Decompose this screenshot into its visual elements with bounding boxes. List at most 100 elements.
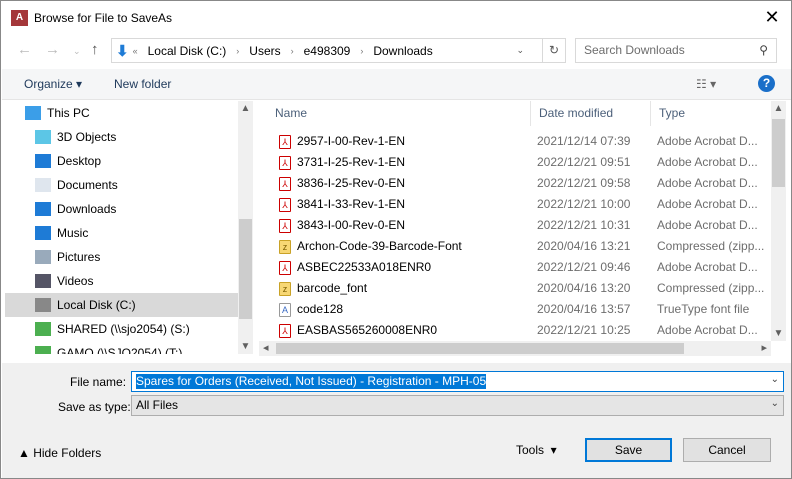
- sort-ascending-icon: ^: [395, 101, 399, 105]
- title-bar: A Browse for File to SaveAs ✕: [1, 1, 791, 34]
- address-dropdown-icon[interactable]: ⌄: [516, 45, 524, 56]
- tree-item[interactable]: 3D Objects: [5, 125, 238, 149]
- tree-item[interactable]: Documents: [5, 173, 238, 197]
- tools-button[interactable]: Tools ▾: [516, 443, 557, 457]
- tree-item[interactable]: This PC: [5, 101, 238, 125]
- file-type: Adobe Acrobat D...: [657, 155, 758, 169]
- scrollbar-thumb[interactable]: [239, 219, 252, 319]
- organize-button[interactable]: Organize ▾: [24, 77, 82, 91]
- scrollbar-thumb[interactable]: [276, 343, 684, 354]
- pdf-file-icon: ⅄: [279, 260, 291, 275]
- file-name: 3841-I-33-Rev-1-EN: [297, 197, 406, 211]
- up-button[interactable]: ↑: [91, 41, 99, 58]
- file-list-vertical-scrollbar[interactable]: ▲ ▼: [771, 101, 786, 341]
- address-bar[interactable]: ⬇ « Local Disk (C:) › Users › e498309 › Dow…: [111, 38, 543, 63]
- tree-item[interactable]: Videos: [5, 269, 238, 293]
- breadcrumb-downloads[interactable]: Downloads: [373, 44, 432, 58]
- column-date-modified[interactable]: Date modified: [531, 101, 651, 126]
- recent-dropdown[interactable]: ⌄: [73, 46, 81, 57]
- file-row[interactable]: ⅄ 3841-I-33-Rev-1-EN 2022/12/21 10:00 Adobe…: [259, 194, 771, 215]
- breadcrumb-user[interactable]: e498309: [304, 44, 351, 58]
- tree-item[interactable]: Music: [5, 221, 238, 245]
- view-options-icon[interactable]: ☷ ▾: [696, 77, 716, 91]
- search-input[interactable]: Search Downloads ⚲: [575, 38, 777, 63]
- tree-item[interactable]: Local Disk (C:): [5, 293, 238, 317]
- file-type: Adobe Acrobat D...: [657, 323, 758, 337]
- pdf-file-icon: ⅄: [279, 134, 291, 149]
- tree-item[interactable]: Pictures: [5, 245, 238, 269]
- file-type: Compressed (zipp...: [657, 239, 765, 253]
- navigation-bar: ← → ⌄ ↑ ⬇ « Local Disk (C:) › Users › e498…: [1, 37, 791, 65]
- pictures-icon: [35, 250, 51, 264]
- save-as-type-label: Save as type:: [58, 400, 131, 414]
- file-row[interactable]: ⅄ ASBEC22533A018ENR0 2022/12/21 09:46 Adobe…: [259, 257, 771, 278]
- pdf-file-icon: ⅄: [279, 218, 291, 233]
- file-row[interactable]: ⅄ EASBAS565260008ENR0 2022/12/21 10:25 Adob…: [259, 320, 771, 341]
- new-folder-button[interactable]: New folder: [114, 77, 171, 91]
- search-icon: ⚲: [759, 43, 768, 57]
- file-list: Name Date modified Type ^ ⅄ 2957-I-00-Rev…: [259, 101, 787, 356]
- file-type: Adobe Acrobat D...: [657, 134, 758, 148]
- file-date: 2021/12/14 07:39: [537, 134, 631, 148]
- tree-item[interactable]: Desktop: [5, 149, 238, 173]
- file-name: 2957-I-00-Rev-1-EN: [297, 134, 406, 148]
- desktop-icon: [35, 154, 51, 168]
- file-date: 2022/12/21 09:58: [537, 176, 631, 190]
- zip-file-icon: z: [279, 281, 291, 296]
- scrollbar-thumb[interactable]: [772, 119, 785, 187]
- file-name: ASBEC22533A018ENR0: [297, 260, 432, 274]
- back-button[interactable]: ←: [17, 41, 32, 58]
- file-row[interactable]: ⅄ 3836-I-25-Rev-0-EN 2022/12/21 09:58 Adobe…: [259, 173, 771, 194]
- file-name-value: Spares for Orders (Received, Not Issued)…: [136, 374, 487, 389]
- column-type[interactable]: Type: [651, 101, 771, 126]
- tree-item-label: Documents: [57, 178, 118, 192]
- save-button[interactable]: Save: [585, 438, 672, 462]
- access-app-icon: A: [11, 9, 28, 26]
- file-row[interactable]: ⅄ 3731-I-25-Rev-1-EN 2022/12/21 09:51 Adobe…: [259, 152, 771, 173]
- save-as-type-select[interactable]: All Files ⌄: [131, 395, 784, 416]
- refresh-button[interactable]: ↻: [542, 38, 566, 63]
- network-drive-icon: [35, 346, 51, 354]
- file-date: 2020/04/16 13:57: [537, 302, 631, 316]
- file-row[interactable]: ⅄ 2957-I-00-Rev-1-EN 2021/12/14 07:39 Adobe…: [259, 131, 771, 152]
- documents-icon: [35, 178, 51, 192]
- file-list-horizontal-scrollbar[interactable]: ◂ ▸: [259, 341, 771, 356]
- breadcrumb-local-disk[interactable]: Local Disk (C:): [148, 44, 227, 58]
- network-drive-icon: [35, 322, 51, 336]
- file-row[interactable]: z Archon-Code-39-Barcode-Font 2020/04/16 1…: [259, 236, 771, 257]
- help-button[interactable]: ?: [758, 75, 775, 92]
- navigation-pane-scrollbar[interactable]: ▲ ▼: [238, 101, 253, 354]
- forward-button[interactable]: →: [45, 41, 60, 58]
- breadcrumb-users[interactable]: Users: [249, 44, 280, 58]
- file-type: Adobe Acrobat D...: [657, 197, 758, 211]
- file-name-input[interactable]: Spares for Orders (Received, Not Issued)…: [131, 371, 784, 392]
- downloads-folder-icon: ⬇: [116, 42, 129, 60]
- tree-item-label: Music: [57, 226, 89, 240]
- pdf-file-icon: ⅄: [279, 155, 291, 170]
- tree-item-label: 3D Objects: [57, 130, 117, 144]
- file-row[interactable]: z barcode_font 2020/04/16 13:20 Compressed …: [259, 278, 771, 299]
- file-type: TrueType font file: [657, 302, 750, 316]
- close-button[interactable]: ✕: [759, 5, 785, 29]
- file-row[interactable]: Acode128 2020/04/16 13:57 TrueType font fi…: [259, 299, 771, 320]
- file-name: EASBAS565260008ENR0: [297, 323, 438, 337]
- downloads-icon: [35, 202, 51, 216]
- tree-item[interactable]: GAMO (\\SJO2054) (T:): [5, 341, 238, 354]
- pdf-file-icon: ⅄: [279, 323, 291, 338]
- tree-item-label: Local Disk (C:): [57, 298, 136, 312]
- overflow-chevron[interactable]: «: [133, 46, 138, 56]
- tree-item-label: Desktop: [57, 154, 102, 168]
- hide-folders-button[interactable]: ▲ Hide Folders: [18, 446, 101, 460]
- file-type: Adobe Acrobat D...: [657, 260, 758, 274]
- ttf-file-icon: A: [279, 302, 291, 317]
- file-date: 2022/12/21 10:00: [537, 197, 631, 211]
- tree-item[interactable]: Downloads: [5, 197, 238, 221]
- tree-item[interactable]: SHARED (\\sjo2054) (S:): [5, 317, 238, 341]
- videos-icon: [35, 274, 51, 288]
- tree-item-label: Videos: [57, 274, 94, 288]
- file-date: 2020/04/16 13:20: [537, 281, 631, 295]
- save-as-type-value: All Files: [136, 398, 179, 412]
- file-row[interactable]: ⅄ 3843-I-00-Rev-0-EN 2022/12/21 10:31 Adobe…: [259, 215, 771, 236]
- cancel-button[interactable]: Cancel: [683, 438, 771, 462]
- zip-file-icon: z: [279, 239, 291, 254]
